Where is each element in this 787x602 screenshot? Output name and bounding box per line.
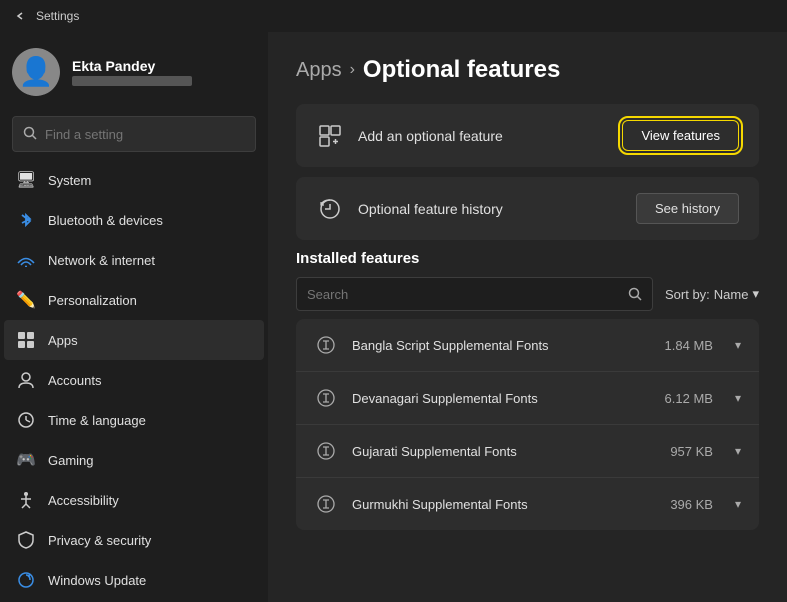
font-icon-1 xyxy=(314,386,338,410)
sidebar-item-system[interactable]: 🖥 System xyxy=(4,160,264,200)
sidebar-item-label: Accounts xyxy=(48,373,101,388)
sidebar-item-windows-update[interactable]: Windows Update xyxy=(4,560,264,594)
table-row[interactable]: Gurmukhi Supplemental Fonts 396 KB ▾ xyxy=(296,478,759,530)
installed-toolbar: Sort by: Name ▾ xyxy=(296,277,759,311)
sidebar-item-label: Bluetooth & devices xyxy=(48,213,163,228)
sidebar-item-label: System xyxy=(48,173,91,188)
network-icon xyxy=(16,250,36,270)
table-row[interactable]: Bangla Script Supplemental Fonts 1.84 MB… xyxy=(296,319,759,372)
sidebar-item-gaming[interactable]: 🎮 Gaming xyxy=(4,440,264,480)
sidebar-item-privacy[interactable]: Privacy & security xyxy=(4,520,264,560)
add-feature-icon xyxy=(316,122,344,150)
sidebar-item-label: Privacy & security xyxy=(48,533,151,548)
sort-value: Name xyxy=(714,287,749,302)
see-history-button[interactable]: See history xyxy=(636,193,739,224)
installed-features-section: Installed features Sort by: Name ▾ xyxy=(296,250,759,530)
chevron-down-icon: ▾ xyxy=(735,444,741,458)
chevron-down-icon: ▾ xyxy=(735,391,741,405)
sort-control[interactable]: Sort by: Name ▾ xyxy=(665,286,759,302)
sidebar-item-accessibility[interactable]: Accessibility xyxy=(4,480,264,520)
add-feature-label: Add an optional feature xyxy=(358,128,503,144)
back-button[interactable] xyxy=(12,8,28,24)
sidebar-item-network[interactable]: Network & internet xyxy=(4,240,264,280)
avatar: 👤 xyxy=(12,48,60,96)
sidebar-item-label: Personalization xyxy=(48,293,137,308)
feature-name-0: Bangla Script Supplemental Fonts xyxy=(352,338,651,353)
sidebar-item-apps[interactable]: Apps xyxy=(4,320,264,360)
window-title: Settings xyxy=(36,9,79,23)
sidebar-item-bluetooth[interactable]: Bluetooth & devices xyxy=(4,200,264,240)
table-row[interactable]: Devanagari Supplemental Fonts 6.12 MB ▾ xyxy=(296,372,759,425)
table-row[interactable]: Gujarati Supplemental Fonts 957 KB ▾ xyxy=(296,425,759,478)
installed-features-title: Installed features xyxy=(296,250,759,267)
user-profile: 👤 Ekta Pandey xyxy=(0,32,268,112)
windows-update-icon xyxy=(16,570,36,590)
sidebar-item-label: Apps xyxy=(48,333,78,348)
sidebar-item-label: Windows Update xyxy=(48,573,146,588)
feature-name-1: Devanagari Supplemental Fonts xyxy=(352,391,651,406)
feature-size-2: 957 KB xyxy=(670,444,713,459)
breadcrumb-arrow: › xyxy=(350,61,355,79)
sidebar: 👤 Ekta Pandey 🖥 System xyxy=(0,32,268,602)
title-bar: Settings xyxy=(0,0,787,32)
feature-size-1: 6.12 MB xyxy=(665,391,713,406)
installed-feature-list: Bangla Script Supplemental Fonts 1.84 MB… xyxy=(296,319,759,530)
sort-chevron-icon: ▾ xyxy=(752,286,759,302)
sidebar-item-label: Accessibility xyxy=(48,493,119,508)
time-icon xyxy=(16,410,36,430)
main-layout: 👤 Ekta Pandey 🖥 System xyxy=(0,32,787,602)
gaming-icon: 🎮 xyxy=(16,450,36,470)
feature-size-3: 396 KB xyxy=(670,497,713,512)
apps-icon xyxy=(16,330,36,350)
sidebar-item-label: Gaming xyxy=(48,453,94,468)
view-features-button[interactable]: View features xyxy=(622,120,739,151)
personalization-icon: ✏️ xyxy=(16,290,36,310)
sidebar-item-time[interactable]: Time & language xyxy=(4,400,264,440)
font-icon-2 xyxy=(314,439,338,463)
accounts-icon xyxy=(16,370,36,390)
search-container xyxy=(0,112,268,160)
accessibility-icon xyxy=(16,490,36,510)
privacy-icon xyxy=(16,530,36,550)
sidebar-item-personalization[interactable]: ✏️ Personalization xyxy=(4,280,264,320)
sort-by-label: Sort by: xyxy=(665,287,710,302)
bluetooth-icon xyxy=(16,210,36,230)
sidebar-item-label: Network & internet xyxy=(48,253,155,268)
add-feature-card: Add an optional feature View features xyxy=(296,104,759,167)
feature-name-3: Gurmukhi Supplemental Fonts xyxy=(352,497,656,512)
breadcrumb: Apps › Optional features xyxy=(296,56,759,84)
history-label: Optional feature history xyxy=(358,201,503,217)
feature-size-0: 1.84 MB xyxy=(665,338,713,353)
user-name: Ekta Pandey xyxy=(72,58,256,74)
search-icon xyxy=(23,126,37,143)
installed-search-input[interactable] xyxy=(307,287,620,302)
font-icon-0 xyxy=(314,333,338,357)
chevron-down-icon: ▾ xyxy=(735,497,741,511)
user-email-bar xyxy=(72,76,192,86)
search-box[interactable] xyxy=(12,116,256,152)
feature-name-2: Gujarati Supplemental Fonts xyxy=(352,444,656,459)
sidebar-item-label: Time & language xyxy=(48,413,146,428)
font-icon-3 xyxy=(314,492,338,516)
chevron-down-icon: ▾ xyxy=(735,338,741,352)
content-area: Apps › Optional features Add an optional… xyxy=(268,32,787,602)
sidebar-item-accounts[interactable]: Accounts xyxy=(4,360,264,400)
feature-history-card: Optional feature history See history xyxy=(296,177,759,240)
nav-list: 🖥 System Bluetooth & devices Network & i… xyxy=(0,160,268,594)
installed-search-icon xyxy=(628,287,642,301)
search-input[interactable] xyxy=(45,127,245,142)
breadcrumb-parent[interactable]: Apps xyxy=(296,59,342,82)
page-title: Optional features xyxy=(363,56,560,84)
history-icon xyxy=(316,195,344,223)
user-info: Ekta Pandey xyxy=(72,58,256,86)
system-icon: 🖥 xyxy=(16,170,36,190)
installed-search-box[interactable] xyxy=(296,277,653,311)
